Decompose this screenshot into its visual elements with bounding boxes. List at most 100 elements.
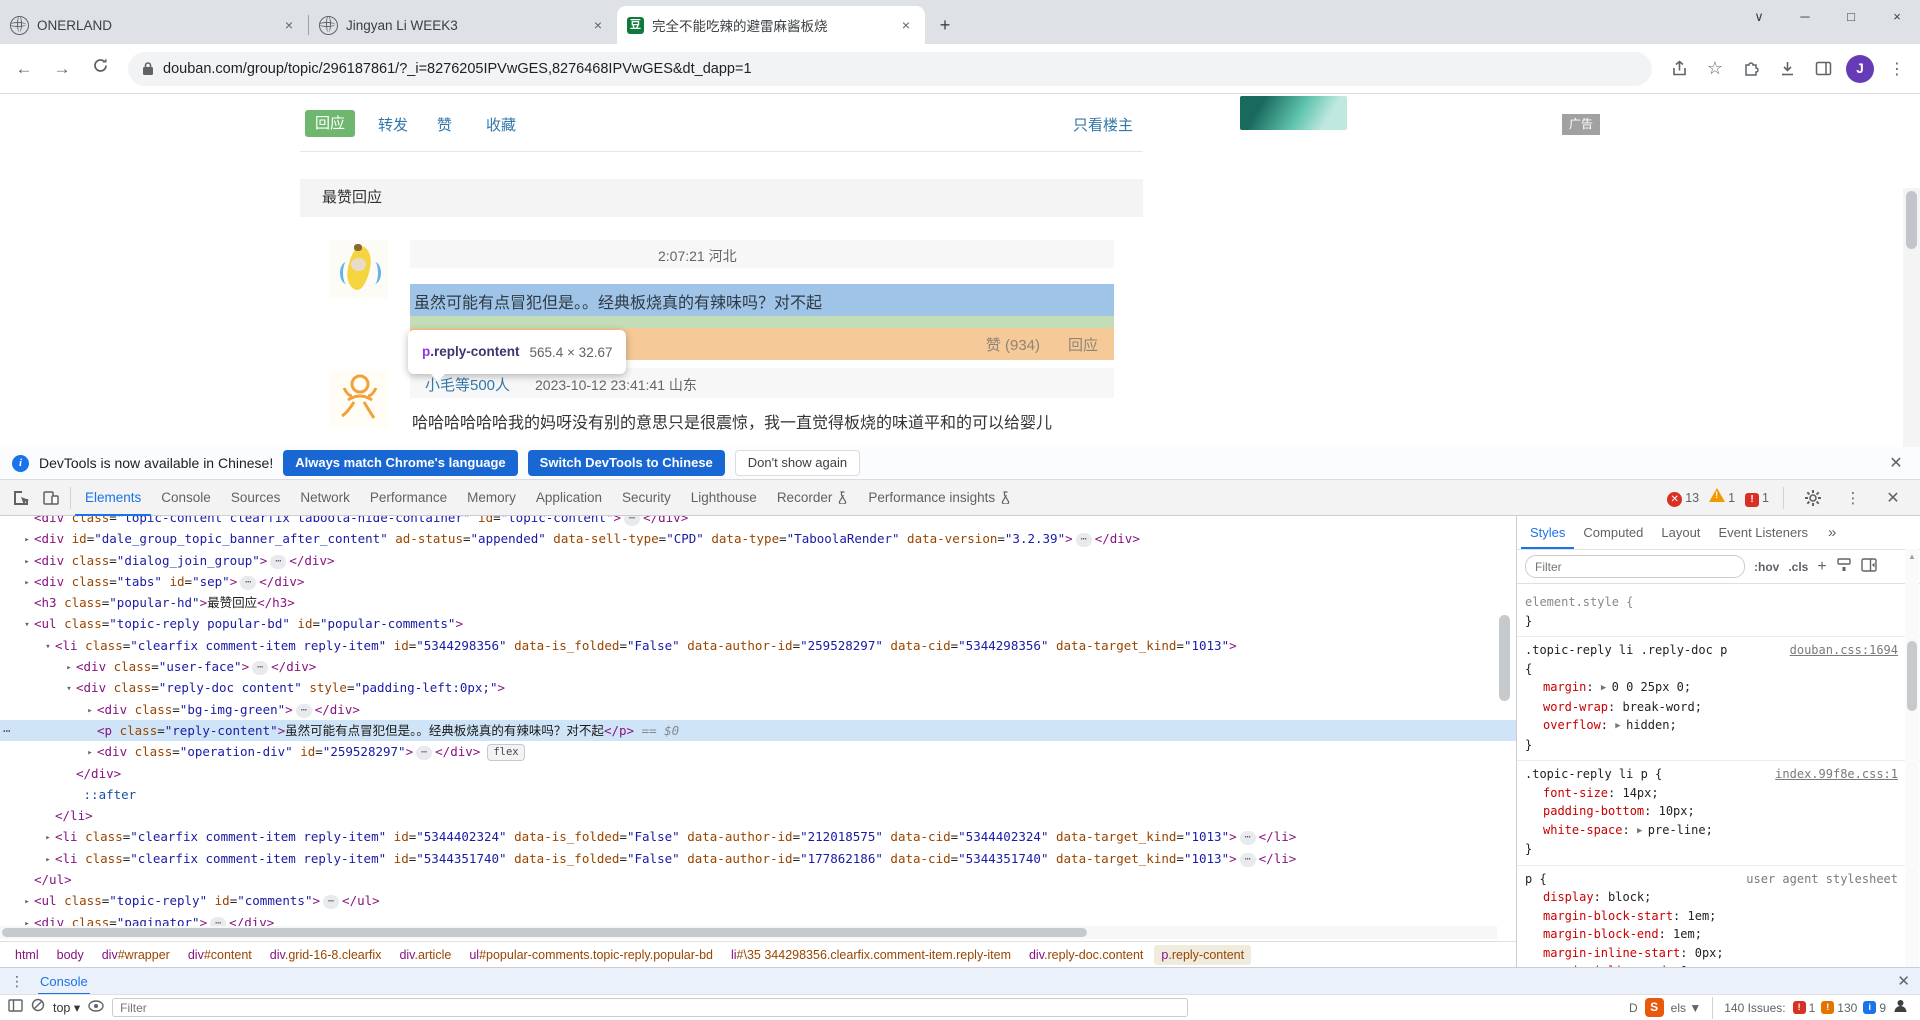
expand-arrow-icon[interactable]: ▸ — [20, 573, 34, 594]
browser-menu-button[interactable]: ⋮ — [1882, 54, 1912, 84]
dom-tree-node[interactable]: ▸<div class="bg-img-green">⋯</div> — [0, 699, 1516, 720]
devtools-tab-performance[interactable]: Performance — [360, 480, 457, 516]
url-bar[interactable]: douban.com/group/topic/296187861/?_i=827… — [128, 52, 1652, 86]
dom-tree-node[interactable]: </li> — [0, 805, 1516, 826]
breadcrumb-item[interactable]: ul#popular-comments.topic-reply.popular-… — [462, 945, 720, 965]
expand-ellipsis-badge[interactable]: ⋯ — [296, 704, 312, 718]
expand-arrow-icon[interactable]: ▶ — [1601, 683, 1612, 693]
devtools-tab-network[interactable]: Network — [290, 480, 360, 516]
css-property[interactable]: margin-block-end: 1em; — [1525, 925, 1912, 944]
styles-scrollbar-thumb[interactable] — [1907, 641, 1917, 711]
dont-show-again-button[interactable]: Don't show again — [735, 450, 860, 476]
browser-tab[interactable]: 豆完全不能吃辣的避雷麻酱板烧× — [617, 6, 925, 44]
close-window-button[interactable]: × — [1874, 0, 1920, 34]
log-levels-selector[interactable]: els ▼ — [1671, 1001, 1702, 1015]
devtools-tab-performance-insights[interactable]: Performance insights — [858, 480, 1021, 516]
clear-console-button[interactable] — [31, 998, 45, 1017]
expand-ellipsis-badge[interactable]: ⋯ — [416, 746, 432, 760]
forward-button[interactable]: → — [46, 53, 78, 85]
console-drawer-tab[interactable]: Console — [38, 968, 90, 995]
issue-count[interactable]: !130 — [1821, 1001, 1857, 1015]
css-property[interactable]: white-space: ▶ pre-line; — [1525, 821, 1912, 841]
devtools-tab-security[interactable]: Security — [612, 480, 681, 516]
tab-search-chevron-icon[interactable]: ∨ — [1736, 0, 1782, 34]
styles-tab-computed[interactable]: Computed — [1574, 516, 1652, 549]
bookmark-star-button[interactable]: ☆ — [1700, 54, 1730, 84]
default-levels-partial[interactable]: D — [1629, 1001, 1638, 1015]
downloads-button[interactable] — [1772, 54, 1802, 84]
expand-arrow-icon[interactable]: ▸ — [83, 701, 97, 722]
dom-tree-node[interactable]: ▸<li class="clearfix comment-item reply-… — [0, 826, 1516, 847]
devtools-tab-console[interactable]: Console — [151, 480, 221, 516]
css-rule[interactable]: index.99f8e.css:1.topic-reply li p {font… — [1517, 761, 1920, 866]
stylesheet-link[interactable]: user agent stylesheet — [1746, 870, 1898, 889]
back-button[interactable]: ← — [8, 53, 40, 85]
node-more-actions-icon[interactable]: ⋯ — [3, 720, 11, 741]
dom-tree-node[interactable]: ▸<li class="clearfix comment-item reply-… — [0, 848, 1516, 869]
element-classes-button[interactable]: .cls — [1788, 560, 1808, 574]
switch-devtools-chinese-button[interactable]: Switch DevTools to Chinese — [528, 450, 725, 476]
inspect-element-button[interactable] — [6, 484, 36, 512]
breadcrumb-item[interactable]: p.reply-content — [1154, 945, 1251, 965]
extensions-button[interactable] — [1736, 54, 1766, 84]
dom-tree-node[interactable]: ▾<ul class="topic-reply popular-bd" id="… — [0, 613, 1516, 634]
devtools-tab-lighthouse[interactable]: Lighthouse — [681, 480, 767, 516]
comment2-avatar[interactable] — [330, 370, 388, 428]
breadcrumb-item[interactable]: div.article — [392, 945, 458, 965]
css-property[interactable]: display: block; — [1525, 888, 1912, 907]
dom-tree-node[interactable]: <div class="topic-content clearfix taboo… — [0, 516, 1516, 528]
devtools-menu-button[interactable]: ⋮ — [1838, 484, 1868, 512]
issues-badge[interactable]: !1 — [1745, 489, 1769, 507]
expand-ellipsis-badge[interactable]: ⋯ — [240, 576, 256, 590]
devtools-tab-memory[interactable]: Memory — [457, 480, 526, 516]
styles-tab-event-listeners[interactable]: Event Listeners — [1709, 516, 1817, 549]
dom-tree-node[interactable]: ▸<div class="operation-div" id="25952829… — [0, 741, 1516, 762]
dom-tree-node[interactable]: ▸<div id="dale_group_topic_banner_after_… — [0, 528, 1516, 549]
drawer-menu-icon[interactable]: ⋮ — [10, 973, 24, 990]
new-tab-button[interactable]: + — [931, 11, 959, 39]
rendering-emulation-button[interactable] — [1836, 558, 1852, 575]
toggle-element-state-button[interactable]: :hov — [1754, 560, 1779, 574]
dom-tree-node[interactable]: </div> — [0, 763, 1516, 784]
share-button[interactable] — [1664, 54, 1694, 84]
expand-arrow-icon[interactable]: ▾ — [20, 615, 34, 636]
stylesheet-link[interactable]: index.99f8e.css:1 — [1775, 765, 1898, 784]
css-rule[interactable]: douban.css:1694.topic-reply li .reply-do… — [1517, 637, 1920, 761]
styles-tab-styles[interactable]: Styles — [1521, 516, 1574, 549]
elements-hscrollbar-thumb[interactable] — [2, 928, 1087, 937]
css-rule[interactable]: user agent stylesheetp {display: block;m… — [1517, 866, 1920, 968]
tab-close-icon[interactable]: × — [897, 16, 915, 34]
expand-arrow-icon[interactable]: ▸ — [83, 743, 97, 764]
minimize-button[interactable]: ─ — [1782, 0, 1828, 34]
devtools-close-button[interactable]: ✕ — [1878, 484, 1908, 512]
breadcrumb-item[interactable]: li#\35 344298356.clearfix.comment-item.r… — [724, 945, 1018, 965]
expand-arrow-icon[interactable]: ▸ — [62, 658, 76, 679]
dom-tree-node[interactable]: ::after — [0, 784, 1516, 805]
dom-tree-node[interactable]: ▾<div class="reply-doc content" style="p… — [0, 677, 1516, 698]
issue-count[interactable]: !1 — [1793, 1001, 1816, 1015]
expand-arrow-icon[interactable]: ▾ — [62, 679, 76, 700]
css-property[interactable]: word-wrap: break-word; — [1525, 698, 1912, 717]
frame-context-selector[interactable]: top ▾ — [53, 1000, 80, 1015]
more-tabs-icon[interactable]: » — [1819, 516, 1845, 549]
only-op-link[interactable]: 只看楼主 — [1073, 114, 1133, 135]
breadcrumb-item[interactable]: body — [50, 945, 91, 965]
comment1-like-link[interactable]: 赞 (934) — [986, 334, 1040, 355]
ad-thumbnail[interactable] — [1240, 96, 1347, 130]
maximize-button[interactable]: □ — [1828, 0, 1874, 34]
tab-close-icon[interactable]: × — [589, 16, 607, 34]
live-expression-button[interactable] — [88, 999, 104, 1017]
console-filter-input[interactable] — [112, 998, 1188, 1017]
css-property[interactable]: font-size: 14px; — [1525, 784, 1912, 803]
side-panel-button[interactable] — [1808, 54, 1838, 84]
breadcrumb-item[interactable]: div.grid-16-8.clearfix — [263, 945, 389, 965]
flex-badge[interactable]: flex — [487, 744, 524, 761]
expand-ellipsis-badge[interactable]: ⋯ — [624, 516, 640, 526]
css-property[interactable]: margin-inline-start: 0px; — [1525, 944, 1912, 963]
expand-ellipsis-badge[interactable]: ⋯ — [270, 555, 286, 569]
scrollbar-up-arrow-icon[interactable]: ▲ — [1905, 549, 1919, 561]
devtools-settings-button[interactable] — [1798, 484, 1828, 512]
dom-tree-node[interactable]: ▸<div class="user-face">⋯</div> — [0, 656, 1516, 677]
browser-tab[interactable]: Jingyan Li WEEK3× — [309, 6, 617, 44]
new-style-rule-button[interactable]: + — [1817, 558, 1826, 576]
